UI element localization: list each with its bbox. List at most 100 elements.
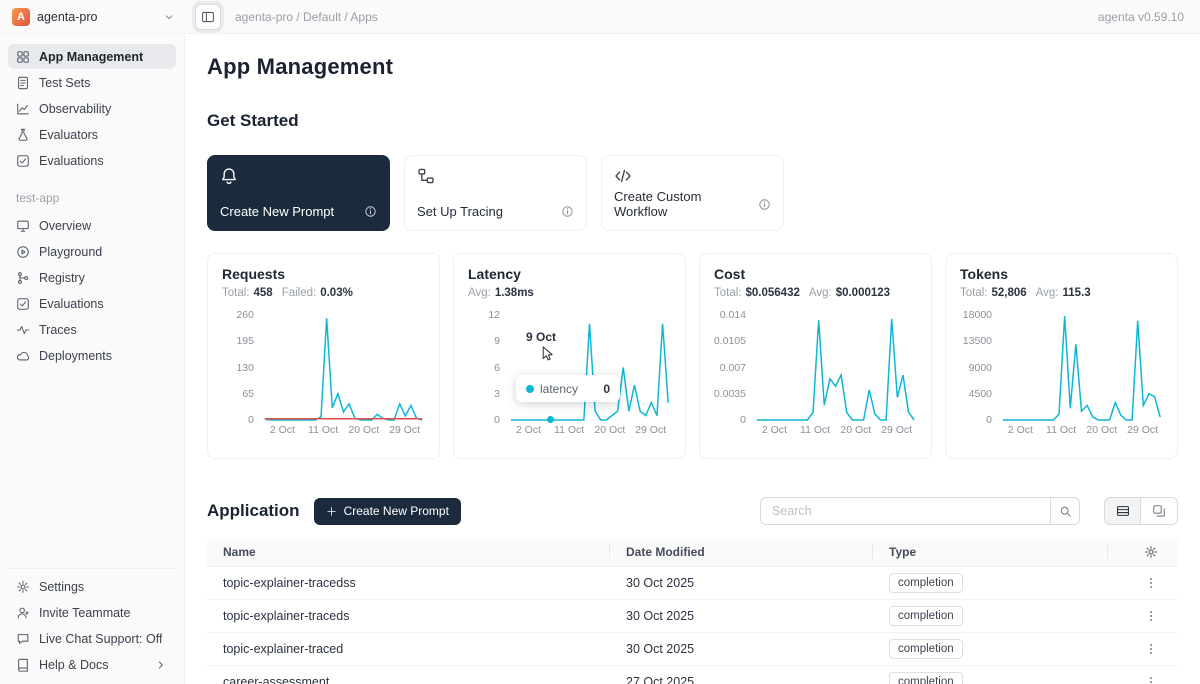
type-badge: completion xyxy=(889,573,963,593)
series-tokens xyxy=(1003,316,1160,420)
get-started-title: Get Started xyxy=(207,111,1178,131)
search-input[interactable] xyxy=(760,497,1050,525)
search-button[interactable] xyxy=(1050,497,1080,525)
panel-left-icon xyxy=(201,10,215,24)
item-label: Invite Teammate xyxy=(39,606,130,620)
app-name: topic-explainer-traced xyxy=(207,642,610,656)
monitor-icon xyxy=(16,219,30,233)
breadcrumb[interactable]: agenta-pro / Default / Apps xyxy=(235,10,378,24)
bell-icon xyxy=(220,167,238,185)
item-label: Evaluations xyxy=(39,297,104,311)
applications-table: Name Date Modified Type topic-explainer-… xyxy=(207,537,1178,684)
table-view-icon xyxy=(1116,504,1130,518)
book-icon xyxy=(16,658,30,672)
table-body: topic-explainer-tracedss30 Oct 2025compl… xyxy=(207,567,1178,684)
create-new-prompt-button[interactable]: Create New Prompt xyxy=(314,498,461,525)
table-settings-gear-icon[interactable] xyxy=(1144,545,1158,559)
sidebar-app-menu: Overview Playground Registry Evaluations Tra… xyxy=(8,213,176,368)
metric-title: Latency xyxy=(468,266,671,282)
item-label: Help & Docs xyxy=(39,658,108,672)
row-menu-button[interactable] xyxy=(1144,675,1158,684)
x-axis: 2 Oct11 Oct20 Oct29 Oct xyxy=(508,424,671,438)
row-menu-button[interactable] xyxy=(1144,576,1158,590)
sidebar-item-playground[interactable]: Playground xyxy=(8,239,176,264)
row-menu-button[interactable] xyxy=(1144,642,1158,656)
app-row-topic-explainer-traceds[interactable]: topic-explainer-traceds30 Oct 2025comple… xyxy=(207,600,1178,633)
item-label: Deployments xyxy=(39,349,112,363)
x-axis: 2 Oct11 Oct20 Oct29 Oct xyxy=(1000,424,1163,438)
metric-title: Tokens xyxy=(960,266,1163,282)
gear-icon xyxy=(16,580,30,594)
column-name[interactable]: Name xyxy=(207,537,610,566)
sidebar-item-deployments[interactable]: Deployments xyxy=(8,343,176,368)
metric-stats: Total:458Failed:0.03% xyxy=(222,287,425,299)
type-badge: completion xyxy=(889,672,963,684)
app-date-modified: 30 Oct 2025 xyxy=(610,576,873,590)
create-button-label: Create New Prompt xyxy=(344,504,449,518)
info-icon[interactable] xyxy=(364,205,377,218)
chevron-down-icon xyxy=(163,11,175,23)
metric-card-latency: LatencyAvg:1.38ms1296302 Oct11 Oct20 Oct… xyxy=(453,253,686,459)
column-date-modified[interactable]: Date Modified xyxy=(610,537,873,566)
app-row-career-assessment[interactable]: career-assessment27 Oct 2025completion xyxy=(207,666,1178,684)
app-date-modified: 30 Oct 2025 xyxy=(610,609,873,623)
sidebar-item-invite-teammate[interactable]: Invite Teammate xyxy=(8,600,176,625)
card-view-icon xyxy=(1152,504,1166,518)
info-icon[interactable] xyxy=(561,205,574,218)
sidebar-item-traces[interactable]: Traces xyxy=(8,317,176,342)
type-badge: completion xyxy=(889,639,963,659)
branch-icon xyxy=(16,271,30,285)
chart-plot[interactable]: 2 Oct11 Oct20 Oct29 Oct xyxy=(1000,315,1163,420)
sidebar-item-evaluations[interactable]: Evaluations xyxy=(8,148,176,173)
card-label: Set Up Tracing xyxy=(417,204,503,219)
app-name: topic-explainer-traceds xyxy=(207,609,610,623)
row-menu-button[interactable] xyxy=(1144,609,1158,623)
pulse-icon xyxy=(16,323,30,337)
sidebar-item-evaluations[interactable]: Evaluations xyxy=(8,291,176,316)
app-section-label: test-app xyxy=(16,191,176,205)
sidebar: App ManagementTest SetsObservabilityEval… xyxy=(0,34,185,684)
sidebar-item-app-management[interactable]: App Management xyxy=(8,44,176,69)
sidebar-item-registry[interactable]: Registry xyxy=(8,265,176,290)
table-view-button[interactable] xyxy=(1104,497,1141,525)
play-icon xyxy=(16,245,30,259)
get-started-card-set-up-tracing[interactable]: Set Up Tracing xyxy=(404,155,587,231)
metric-card-requests: RequestsTotal:458Failed:0.03%26019513065… xyxy=(207,253,440,459)
sidebar-item-test-sets[interactable]: Test Sets xyxy=(8,70,176,95)
app-type: completion xyxy=(873,573,1108,593)
metric-stats: Total:52,806Avg:115.3 xyxy=(960,287,1163,299)
get-started-card-create-custom-workflow[interactable]: Create Custom Workflow xyxy=(601,155,784,231)
chart-plot[interactable]: 2 Oct11 Oct20 Oct29 Oct xyxy=(262,315,425,420)
workspace-selector[interactable]: A agenta-pro xyxy=(0,8,185,26)
metric-card-cost: CostTotal:$0.056432Avg:$0.0001230.0140.0… xyxy=(699,253,932,459)
app-row-topic-explainer-tracedss[interactable]: topic-explainer-tracedss30 Oct 2025compl… xyxy=(207,567,1178,600)
chart-icon xyxy=(16,102,30,116)
get-started-card-create-new-prompt[interactable]: Create New Prompt xyxy=(207,155,390,231)
main-content: App Management Get Started Create New Pr… xyxy=(185,34,1200,684)
tree-icon xyxy=(417,167,435,185)
chart-plot[interactable]: 2 Oct11 Oct20 Oct29 Oct xyxy=(754,315,917,420)
item-label: Playground xyxy=(39,245,102,259)
flask-icon xyxy=(16,128,30,142)
item-label: Evaluations xyxy=(39,154,104,168)
sidebar-item-live-chat-support-off[interactable]: Live Chat Support: Off xyxy=(8,626,176,651)
sidebar-collapse-button[interactable] xyxy=(195,4,221,30)
sidebar-item-observability[interactable]: Observability xyxy=(8,96,176,121)
card-view-button[interactable] xyxy=(1141,497,1178,525)
sidebar-item-evaluators[interactable]: Evaluators xyxy=(8,122,176,147)
chart-plot[interactable]: 2 Oct11 Oct20 Oct29 Oct xyxy=(508,315,671,420)
sidebar-item-settings[interactable]: Settings xyxy=(8,574,176,599)
sidebar-item-help-docs[interactable]: Help & Docs xyxy=(8,652,176,677)
sidebar-footer-menu: Settings Invite Teammate Live Chat Support… xyxy=(8,568,176,678)
item-label: Overview xyxy=(39,219,91,233)
workspace-name: agenta-pro xyxy=(37,10,156,24)
column-type[interactable]: Type xyxy=(873,537,1108,566)
sidebar-item-overview[interactable]: Overview xyxy=(8,213,176,238)
y-axis: 260195130650 xyxy=(222,315,262,420)
card-label: Create New Prompt xyxy=(220,204,334,219)
user-add-icon xyxy=(16,606,30,620)
info-icon[interactable] xyxy=(758,198,771,211)
page-title: App Management xyxy=(207,54,1178,81)
series-cost xyxy=(757,319,914,420)
app-row-topic-explainer-traced[interactable]: topic-explainer-traced30 Oct 2025complet… xyxy=(207,633,1178,666)
